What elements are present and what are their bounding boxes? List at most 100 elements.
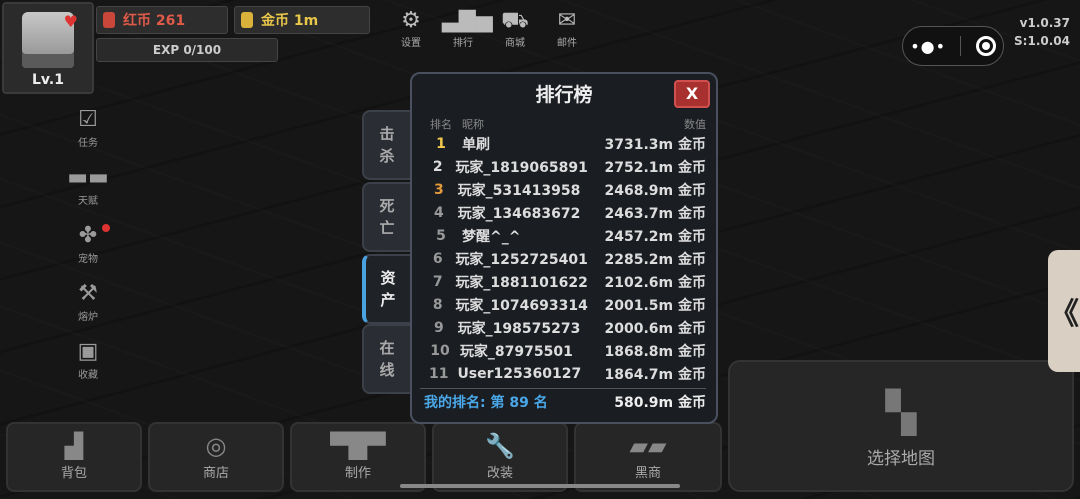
row-name: 单刷: [462, 136, 490, 153]
row-value: 1868.8m 金币: [604, 343, 707, 360]
tab-deaths-label: 死: [379, 197, 395, 215]
select-map-button[interactable]: ▚ 选择地图: [728, 360, 1074, 492]
row-rank: 9: [433, 319, 444, 336]
row-value: 2468.9m 金币: [604, 182, 707, 199]
side-item-furnace[interactable]: ⚒ 熔炉: [62, 280, 114, 338]
column-value: 数值: [684, 118, 706, 131]
exp-bar: EXP 0/100: [96, 38, 278, 62]
tab-deaths-label: 亡: [379, 219, 395, 237]
side-item-label: 收藏: [78, 370, 98, 381]
heart-icon: ♥: [63, 12, 78, 31]
row-rank: 4: [433, 204, 444, 221]
backpack-icon: ▟: [64, 432, 84, 460]
side-item-collection[interactable]: ▣ 收藏: [62, 338, 114, 396]
notification-dot: [102, 224, 110, 232]
close-target-icon[interactable]: [975, 36, 996, 56]
row-value: 2001.5m 金币: [604, 297, 707, 314]
side-item-label: 熔炉: [78, 312, 98, 323]
mail-label: 邮件: [557, 38, 577, 49]
backpack-button[interactable]: ▟ 背包: [6, 422, 142, 492]
store-label: 商店: [202, 466, 229, 481]
wrench-icon: 🔧: [485, 432, 515, 460]
settings-button[interactable]: ⚙ 设置: [390, 8, 432, 49]
dumbbell-icon: ▬▬: [67, 165, 109, 190]
shop-button[interactable]: ⛟ 商城: [494, 8, 536, 49]
table-row[interactable]: 10 玩家_87975501 1868.8m 金币: [420, 339, 706, 362]
close-button[interactable]: X: [674, 80, 710, 108]
row-name: 玩家_134683672: [457, 205, 581, 222]
row-name: 玩家_1252725401: [455, 251, 588, 268]
tab-online-label: 在: [379, 339, 395, 357]
backpack-label: 背包: [60, 466, 87, 481]
leaderboard-title: 排行榜: [535, 84, 593, 106]
store-button[interactable]: ◎ 商店: [148, 422, 284, 492]
select-map-label: 选择地图: [867, 449, 935, 469]
table-row[interactable]: 6 玩家_1252725401 2285.2m 金币: [420, 247, 706, 270]
leaderboard-panel: 排行榜 X 排名 昵称 数值 1 单刷 3731.3m 金币 2 玩家_18190658…: [410, 72, 718, 424]
tab-kills[interactable]: 击 杀: [362, 110, 412, 180]
tab-assets-label: 资: [380, 269, 396, 287]
client-version: v1.0.37: [1019, 16, 1070, 30]
player-avatar[interactable]: ♥ Lv.1: [2, 2, 94, 94]
row-name: 玩家_531413958: [457, 182, 581, 199]
tab-kills-label: 杀: [379, 147, 395, 165]
mail-button[interactable]: ✉ 邮件: [546, 8, 588, 49]
hammer-icon: ⚒: [78, 281, 98, 306]
mini-program-capsule: •●•: [902, 26, 1004, 66]
tab-kills-label: 击: [379, 125, 395, 143]
more-dots-icon[interactable]: •●•: [910, 37, 946, 56]
side-item-label: 宠物: [78, 254, 98, 265]
black-market-button[interactable]: ▰▰ 黑商: [574, 422, 722, 492]
row-rank: 7: [432, 273, 443, 290]
capsule-divider: [960, 36, 962, 56]
tab-assets[interactable]: 资 产: [362, 254, 412, 324]
table-row[interactable]: 3 玩家_531413958 2468.9m 金币: [420, 178, 706, 201]
table-row[interactable]: 11 User125360127 1864.7m 金币: [420, 362, 706, 385]
row-value: 1864.7m 金币: [604, 366, 707, 383]
table-row[interactable]: 7 玩家_1881101622 2102.6m 金币: [420, 270, 706, 293]
my-rank: 我的排名: 第 89 名: [424, 394, 548, 411]
side-item-label: 任务: [78, 138, 98, 149]
ranking-button[interactable]: ▃▇▅ 排行: [442, 8, 493, 49]
side-item-tasks[interactable]: ☑ 任务: [62, 106, 114, 164]
side-menu: ☑ 任务 ▬▬ 天赋 ✤ 宠物 ⚒ 熔炉 ▣ 收藏: [62, 106, 114, 396]
table-header: 排名 昵称 数值: [420, 116, 706, 132]
my-value: 580.9m 金币: [614, 394, 706, 411]
leaderboard-rows: 1 单刷 3731.3m 金币 2 玩家_1819065891 2752.1m 金币 3 玩家…: [420, 132, 706, 385]
podium-icon: ▃▇▅: [442, 8, 493, 33]
row-name: 玩家_1074693314: [455, 297, 588, 314]
side-item-pets[interactable]: ✤ 宠物: [62, 222, 114, 280]
edge-expand-tab[interactable]: 《: [1048, 250, 1080, 372]
table-row[interactable]: 4 玩家_134683672 2463.7m 金币: [420, 201, 706, 224]
table-row[interactable]: 8 玩家_1074693314 2001.5m 金币: [420, 293, 706, 316]
row-rank: 10: [430, 342, 450, 359]
ranking-label: 排行: [453, 38, 473, 49]
side-item-talent[interactable]: ▬▬ 天赋: [62, 164, 114, 222]
row-value: 2457.2m 金币: [604, 228, 707, 245]
tab-online-label: 线: [379, 361, 395, 379]
table-row[interactable]: 5 梦醒^_^ 2457.2m 金币: [420, 224, 706, 247]
row-name: 玩家_198575273: [457, 320, 581, 337]
row-value: 2102.6m 金币: [604, 274, 707, 291]
row-name: User125360127: [457, 365, 582, 382]
red-gem-icon: [103, 12, 115, 28]
row-name: 玩家_1881101622: [455, 274, 588, 291]
table-row[interactable]: 9 玩家_198575273 2000.6m 金币: [420, 316, 706, 339]
row-rank: 2: [432, 158, 443, 175]
clipboard-check-icon: ☑: [78, 107, 98, 132]
craft-button[interactable]: ▀█▀ 制作: [290, 422, 426, 492]
mail-icon: ✉: [557, 8, 577, 33]
tab-online[interactable]: 在 线: [362, 324, 412, 394]
coins-icon: ◎: [205, 432, 227, 460]
tab-deaths[interactable]: 死 亡: [362, 182, 412, 252]
row-value: 2285.2m 金币: [604, 251, 707, 268]
modify-button[interactable]: 🔧 改装: [432, 422, 568, 492]
table-row[interactable]: 2 玩家_1819065891 2752.1m 金币: [420, 155, 706, 178]
column-rank: 排名: [430, 118, 452, 131]
top-menu: ⚙ 设置 ▃▇▅ 排行 ⛟ 商城 ✉ 邮件: [390, 8, 588, 49]
red-currency-value: 红币 261: [123, 13, 186, 29]
row-value: 2463.7m 金币: [604, 205, 707, 222]
gear-icon: ⚙: [401, 8, 421, 33]
row-name: 玩家_87975501: [459, 343, 573, 360]
table-row[interactable]: 1 单刷 3731.3m 金币: [420, 132, 706, 155]
